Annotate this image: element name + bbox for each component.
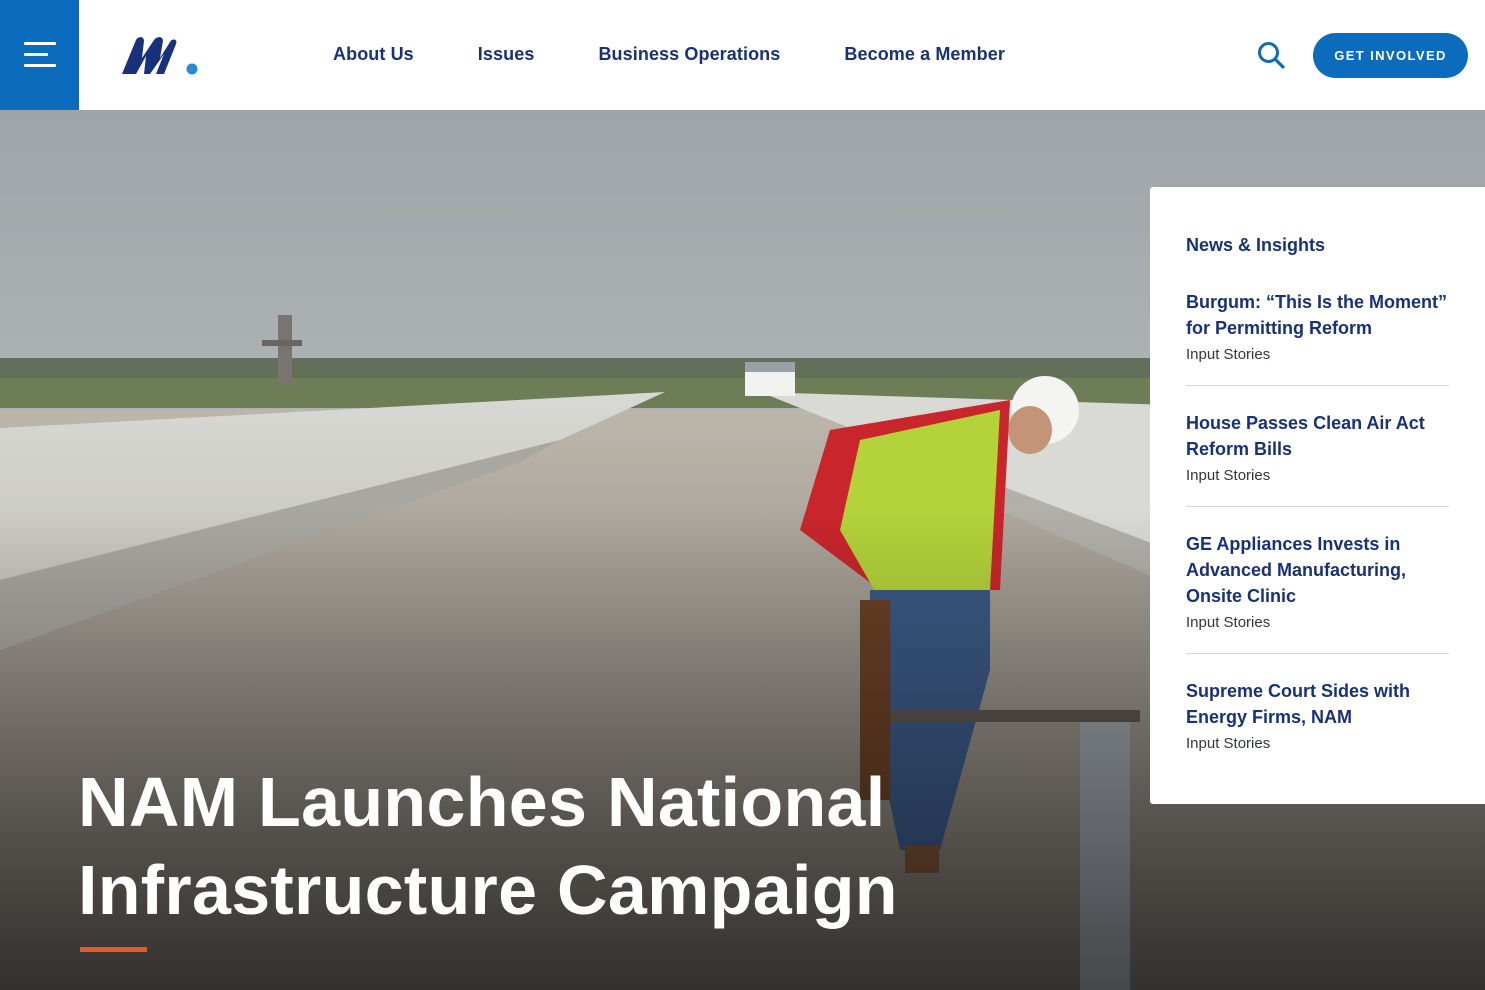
news-insights-panel: News & Insights Burgum: “This Is the Mom… [1150, 187, 1485, 804]
news-panel-title: News & Insights [1186, 235, 1326, 255]
hero-title-line2: Infrastructure Campaign [78, 851, 898, 929]
menu-button[interactable] [0, 0, 79, 110]
hamburger-line [24, 64, 56, 67]
news-item-link[interactable]: Burgum: “This Is the Moment” for Permitt… [1186, 289, 1449, 341]
hamburger-line [24, 53, 48, 56]
news-item-source: Input Stories [1186, 614, 1271, 631]
news-item: Supreme Court Sides with Energy Firms, N… [1186, 678, 1449, 774]
news-item-source: Input Stories [1186, 346, 1271, 363]
hero-title-line1: NAM Launches National [78, 763, 886, 841]
main-nav: About Us Issues Business Operations Beco… [333, 44, 1069, 65]
search-icon[interactable] [1256, 40, 1286, 70]
hero-title: NAM Launches National Infrastructure Cam… [78, 758, 978, 934]
news-item-source: Input Stories [1186, 467, 1271, 484]
hamburger-icon [24, 42, 56, 45]
news-item-source: Input Stories [1186, 735, 1271, 752]
news-item-link[interactable]: Supreme Court Sides with Energy Firms, N… [1186, 678, 1449, 730]
nav-business-operations[interactable]: Business Operations [598, 44, 780, 65]
site-header: About Us Issues Business Operations Beco… [0, 0, 1485, 110]
news-item: GE Appliances Invests in Advanced Manufa… [1186, 531, 1449, 654]
nam-logo-icon[interactable] [118, 32, 202, 80]
nav-become-a-member[interactable]: Become a Member [844, 44, 1005, 65]
get-involved-button[interactable]: GET INVOLVED [1313, 33, 1468, 78]
news-item: Burgum: “This Is the Moment” for Permitt… [1186, 289, 1449, 386]
nav-issues[interactable]: Issues [478, 44, 535, 65]
news-item-link[interactable]: House Passes Clean Air Act Reform Bills [1186, 410, 1449, 462]
nav-about-us[interactable]: About Us [333, 44, 414, 65]
title-accent-bar [80, 947, 147, 952]
news-item: House Passes Clean Air Act Reform Bills … [1186, 410, 1449, 507]
news-item-link[interactable]: GE Appliances Invests in Advanced Manufa… [1186, 531, 1449, 609]
